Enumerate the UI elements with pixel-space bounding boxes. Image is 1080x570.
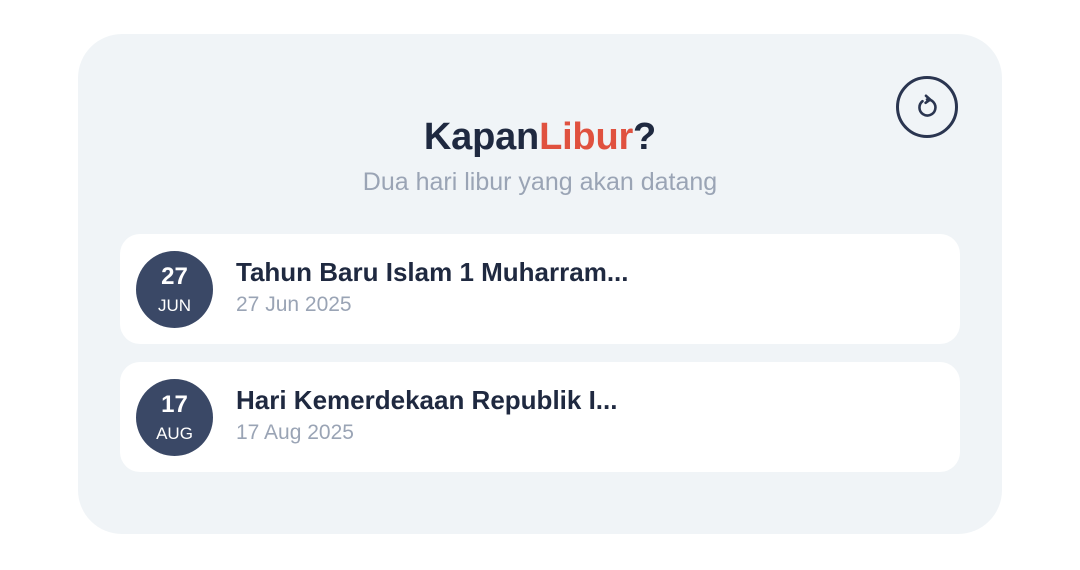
holiday-card[interactable]: 17 AUG Hari Kemerdekaan Republik I... 17… [120,362,960,472]
app-title-main: Kapan [423,116,540,158]
refresh-button[interactable] [896,76,958,138]
app-title-suffix: ? [633,116,657,158]
app-title-accent: Libur [539,116,634,158]
holiday-widget: KapanLibur? Dua hari libur yang akan dat… [78,34,1002,534]
date-badge: 27 JUN [136,251,213,328]
app-title: KapanLibur? [78,116,1002,159]
date-badge: 17 AUG [136,379,213,456]
badge-month: AUG [156,424,193,443]
badge-month: JUN [157,296,192,315]
badge-day: 17 [161,391,188,418]
holiday-name: Tahun Baru Islam 1 Muharram... [236,257,629,287]
badge-day: 27 [161,263,188,290]
holiday-date: 17 Aug 2025 [236,421,354,444]
refresh-icon [918,94,937,117]
holiday-name: Hari Kemerdekaan Republik I... [236,385,618,415]
holiday-card[interactable]: 27 JUN Tahun Baru Islam 1 Muharram... 27… [120,234,960,344]
holiday-date: 27 Jun 2025 [236,293,352,316]
subtitle: Dua hari libur yang akan datang [362,168,718,196]
